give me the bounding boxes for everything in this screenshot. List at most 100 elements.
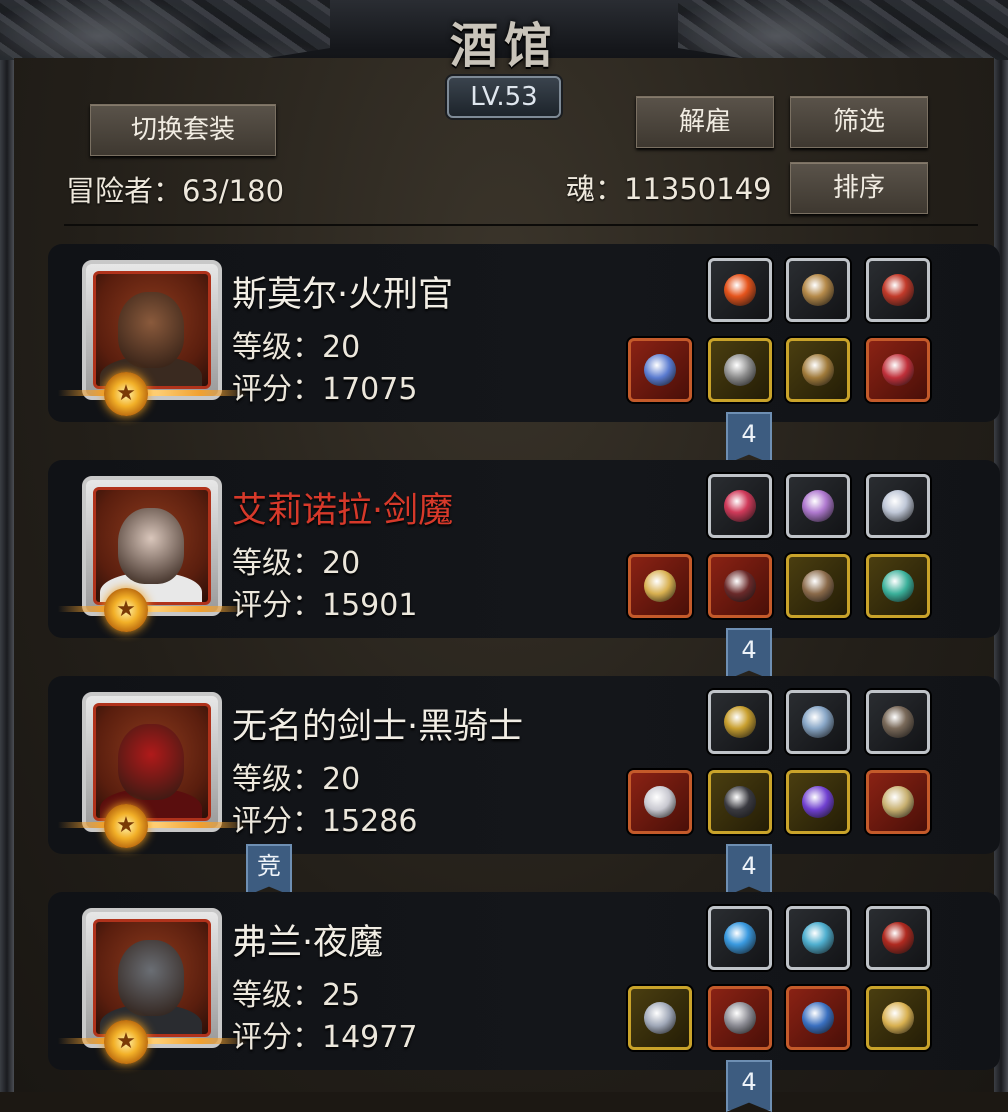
equipment-slot[interactable] [628,554,692,618]
equipment-slot[interactable] [866,986,930,1050]
filter-button[interactable]: 筛选 [790,96,928,148]
equipment-slot[interactable] [628,338,692,402]
equipment-slot[interactable] [628,986,692,1050]
equipment-slot[interactable] [708,986,772,1050]
portrait-glow [58,606,248,612]
rank-star-icon: ★ [104,804,148,848]
soul-count: 魂：11350149 [566,172,772,206]
equipment-slot[interactable] [708,554,772,618]
equipment-slot[interactable] [866,770,930,834]
hero-score: 评分：17075 [232,372,418,407]
switch-suit-button[interactable]: 切换套装 [90,104,276,156]
equipment-slot[interactable] [708,906,772,970]
battle-axe-icon [644,354,676,386]
plate-armor-icon [724,354,756,386]
portrait-frame [93,271,211,389]
gold-amulet-icon [882,786,914,818]
bone-club-icon [802,274,834,306]
rank-star-icon: ★ [104,1020,148,1064]
steel-dagger-icon [644,1002,676,1034]
equipment-slot[interactable] [708,258,772,322]
portrait-frame [93,487,211,605]
sort-button[interactable]: 排序 [790,162,928,214]
dark-gauntlet-icon [882,706,914,738]
skull-mask-icon [802,570,834,602]
hero-portrait[interactable] [82,260,222,400]
azure-staff-icon [802,922,834,954]
black-cloak-icon [724,786,756,818]
dismiss-button[interactable]: 解雇 [636,96,774,148]
equipment-slot[interactable] [786,474,850,538]
equipment-slot[interactable] [786,554,850,618]
hero-level: 等级：20 [232,762,361,797]
hero-card[interactable]: ★ 无名的剑士·黑骑士 等级：20 评分：15286 [48,676,1000,854]
adventurer-count: 冒险者：63/180 [66,174,285,208]
portrait-glow [58,1038,248,1044]
hero-portrait[interactable] [82,908,222,1048]
hero-card[interactable]: ★ 弗兰·夜魔等级：25 评分：14977 [48,892,1000,1070]
hero-face [118,292,184,368]
left-frame-border [0,60,14,1092]
hero-name: 斯莫尔·火刑官 [232,275,454,315]
portrait-glow [58,822,248,828]
hero-score: 评分：15286 [232,804,418,839]
jade-bracelet-icon [882,570,914,602]
dark-gauntlet-icon [724,570,756,602]
equipment-slot[interactable] [786,338,850,402]
equipment-slot[interactable] [786,258,850,322]
golden-sword-icon [644,570,676,602]
heart-gem-icon [724,490,756,522]
hero-score: 评分：15901 [232,588,418,623]
equipment-slot[interactable] [866,906,930,970]
hero-level: 等级：25 [232,978,361,1013]
violet-ring-icon [802,786,834,818]
equipment-slot[interactable] [708,474,772,538]
hero-score: 评分：14977 [232,1020,418,1055]
gauntlet-icon [802,354,834,386]
sun-amulet-icon [882,1002,914,1034]
equipment-slot[interactable] [708,770,772,834]
red-spear-icon [882,274,914,306]
portrait-frame [93,703,211,821]
hero-card[interactable]: ★ 斯莫尔·火刑官等级：20 评分：17075 [48,244,1000,422]
page-title: 酒馆 [449,18,558,74]
rank-star-icon: ★ [104,372,148,416]
hero-card[interactable]: ★ 艾莉诺拉·剑魔等级：20 评分：15901 [48,460,1000,638]
star-count-badge: 4 [726,1060,772,1112]
equipment-slot[interactable] [786,770,850,834]
hero-name: 艾莉诺拉·剑魔 [232,491,454,531]
hero-face [118,508,184,584]
equipment-slot[interactable] [866,474,930,538]
ruby-ring-icon [882,354,914,386]
rank-star-icon: ★ [104,588,148,632]
fire-orb-icon [724,274,756,306]
hero-level: 等级：20 [232,330,361,365]
flame-sword-icon [644,786,676,818]
hero-level: 等级：20 [232,546,361,581]
winged-cross-icon [882,490,914,522]
header-divider [64,224,978,226]
hero-name: 弗兰·夜魔 [232,923,384,963]
hero-portrait[interactable] [82,692,222,832]
equipment-slot[interactable] [628,770,692,834]
equipment-slot[interactable] [786,690,850,754]
equipment-slot[interactable] [866,690,930,754]
steel-armor-icon [724,1002,756,1034]
hero-face [118,724,184,800]
level-badge: LV.53 [447,76,561,118]
hero-portrait[interactable] [82,476,222,616]
portrait-frame [93,919,211,1037]
equipment-slot[interactable] [866,338,930,402]
blue-orb-icon [724,922,756,954]
crest-emblem-icon [802,490,834,522]
equipment-slot[interactable] [866,258,930,322]
golden-helm-icon [724,706,756,738]
sapphire-ring-icon [802,1002,834,1034]
equipment-slot[interactable] [786,906,850,970]
equipment-slot[interactable] [708,690,772,754]
equipment-slot[interactable] [866,554,930,618]
portrait-glow [58,390,248,396]
equipment-slot[interactable] [708,338,772,402]
equipment-slot[interactable] [786,986,850,1050]
hero-face [118,940,184,1016]
